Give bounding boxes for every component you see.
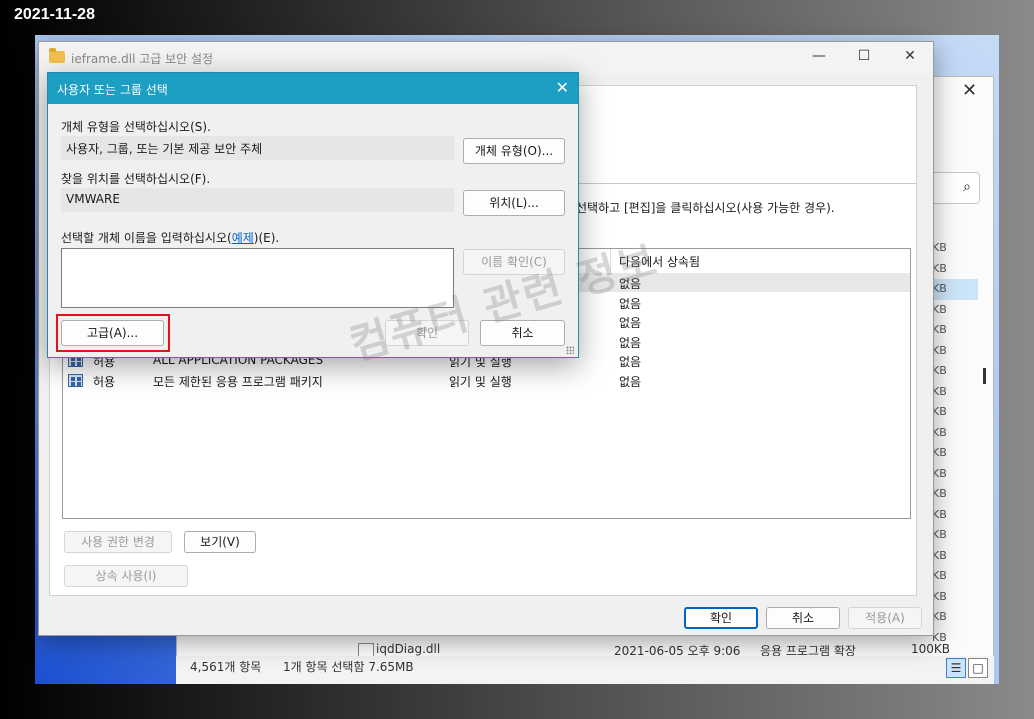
ok-button[interactable]: 확인	[684, 607, 758, 629]
resize-grip[interactable]	[566, 346, 574, 354]
permission-hint: 선택하고 [편집]을 클릭하십시오(사용 가능한 경우).	[576, 201, 835, 215]
explorer-close-icon[interactable]: ✕	[962, 80, 977, 101]
size-cell: KB	[932, 507, 947, 521]
location-field: VMWARE	[61, 188, 454, 212]
dialog-title: 사용자 또는 그룹 선택	[57, 83, 168, 97]
size-cell: KB	[932, 425, 947, 439]
locations-button[interactable]: 위치(L)...	[463, 190, 565, 216]
table-row[interactable]: 허용 모든 제한된 응용 프로그램 패키지 읽기 및 실행 없음	[63, 371, 910, 390]
advanced-button[interactable]: 고급(A)...	[61, 320, 164, 346]
cell-access: 읽기 및 실행	[449, 374, 512, 389]
cell-inherited: 없음	[619, 374, 642, 389]
size-cell: KB	[932, 279, 978, 300]
file-size: 100KB	[911, 642, 951, 656]
cell-type: 허용	[93, 374, 116, 389]
file-name: iqdDiag.dll	[376, 642, 441, 656]
maximize-icon[interactable]: ☐	[854, 48, 874, 64]
folder-icon	[49, 48, 65, 63]
object-types-button[interactable]: 개체 유형(O)...	[463, 138, 565, 164]
size-cell: KB	[932, 384, 947, 398]
object-names-label: 선택할 개체 이름을 입력하십시오(예제)(E).	[61, 229, 279, 246]
size-column: KB KB KB KB KB KB KB KB KB KB KB KB KB KB KB KB KB KB KB KB	[932, 238, 978, 648]
change-permissions-button[interactable]: 사용 권한 변경	[64, 531, 172, 553]
separator	[579, 183, 917, 184]
date-stamp: 2021-11-28	[14, 6, 95, 23]
object-type-label: 개체 유형을 선택하십시오(S).	[61, 120, 211, 134]
status-bar: 4,561개 항목 1개 항목 선택함 7.65MB ☰ □	[176, 656, 994, 684]
cell-principal: 모든 제한된 응용 프로그램 패키지	[153, 374, 323, 389]
object-names-label-prefix: 선택할 개체 이름을 입력하십시오(	[61, 231, 232, 245]
size-cell: KB	[932, 241, 947, 254]
size-cell: KB	[932, 528, 947, 541]
enable-inheritance-button[interactable]: 상속 사용(I)	[64, 565, 188, 587]
size-cell: KB	[932, 405, 947, 418]
status-selection: 1개 항목 선택함 7.65MB	[283, 660, 414, 674]
search-icon: ⌕	[963, 179, 971, 195]
size-cell: KB	[932, 589, 947, 603]
details-view-icon[interactable]: ☰	[946, 658, 966, 678]
size-cell: KB	[932, 261, 947, 275]
size-cell: KB	[932, 610, 947, 623]
size-cell: KB	[932, 548, 947, 562]
dll-file-icon	[358, 643, 374, 657]
status-item-count: 4,561개 항목	[190, 660, 262, 674]
tiles-view-icon[interactable]: □	[968, 658, 988, 678]
size-cell: KB	[932, 343, 947, 357]
minimize-icon[interactable]: —	[809, 48, 829, 64]
size-cell: KB	[932, 466, 947, 480]
dialog-title-bar[interactable]: 사용자 또는 그룹 선택 ✕	[48, 73, 578, 104]
size-cell: KB	[932, 569, 947, 582]
size-cell: KB	[932, 364, 947, 377]
cell-inherited: 없음	[619, 335, 642, 350]
object-names-label-suffix: )(E).	[253, 231, 280, 245]
window-title: ieframe.dll 고급 보안 설정	[71, 52, 214, 66]
dialog-close-icon[interactable]: ✕	[556, 78, 569, 97]
title-bar[interactable]: ieframe.dll 고급 보안 설정 — ☐ ✕	[39, 42, 933, 74]
size-cell: KB	[932, 487, 947, 500]
cancel-button[interactable]: 취소	[766, 607, 840, 629]
size-cell: KB	[932, 446, 947, 459]
cell-inherited: 없음	[619, 316, 642, 330]
cell-inherited: 없음	[619, 355, 642, 369]
scrollbar-thumb[interactable]	[983, 368, 986, 384]
group-icon	[68, 373, 83, 387]
examples-link[interactable]: 예제	[232, 231, 254, 245]
location-label: 찾을 위치를 선택하십시오(F).	[61, 172, 211, 186]
size-cell: KB	[932, 302, 947, 316]
apply-button[interactable]: 적용(A)	[848, 607, 922, 629]
size-cell: KB	[932, 323, 947, 336]
view-button[interactable]: 보기(V)	[184, 531, 256, 553]
close-icon[interactable]: ✕	[900, 48, 920, 64]
object-type-field: 사용자, 그룹, 또는 기본 제공 보안 주체	[61, 136, 454, 160]
